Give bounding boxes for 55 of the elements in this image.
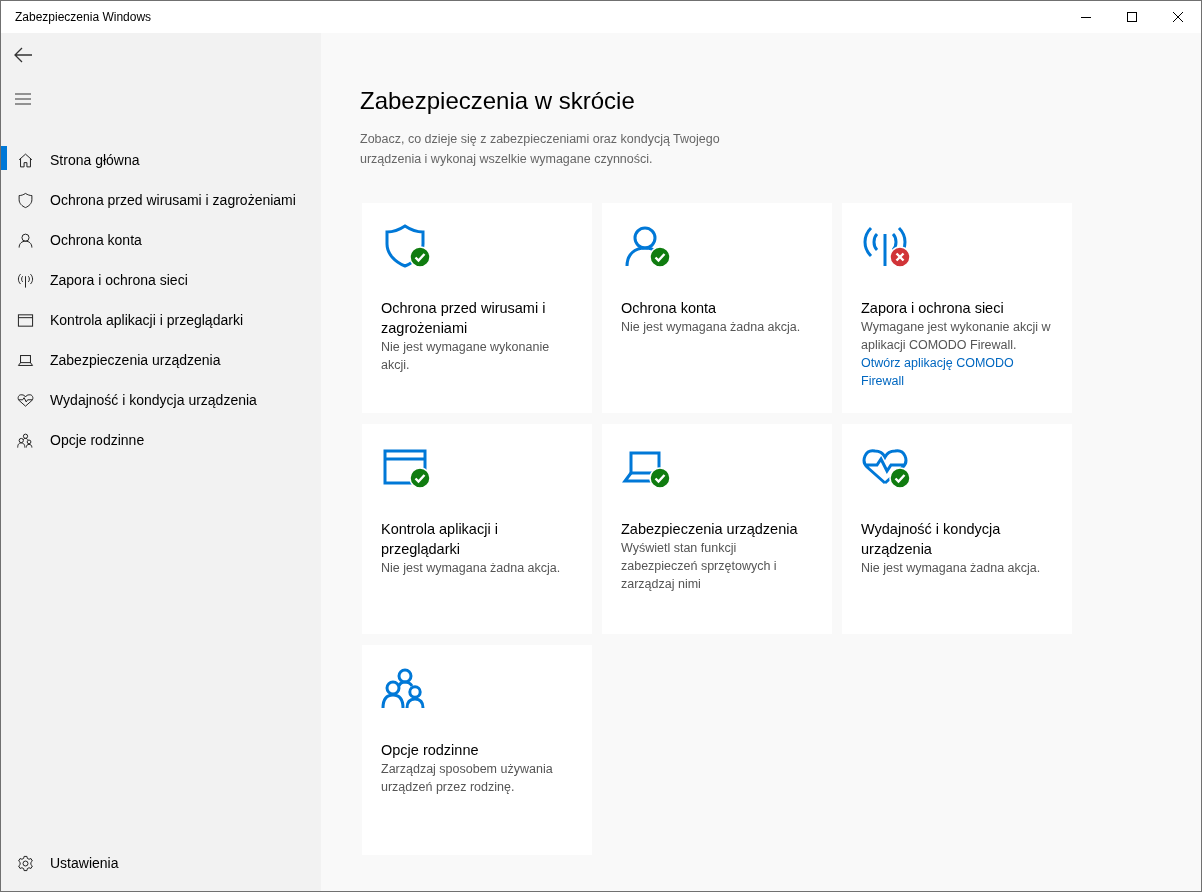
page-title: Zabezpieczenia w skrócie	[360, 86, 636, 116]
settings-item[interactable]: Ustawienia	[1, 843, 321, 883]
nav-item[interactable]: Opcje rodzinne	[1, 420, 321, 460]
card-description: Nie jest wymagana żadna akcja.	[621, 319, 802, 336]
close-icon	[1173, 12, 1183, 22]
window-icon	[17, 311, 34, 329]
page-description: Zobacz, co dzieje się z zabezpieczeniami oraz kondycją Twojego urządzenia i wykonaj wszelkie wymagane czynności.	[360, 131, 721, 168]
card-description: Nie jest wymagana żadna akcja.	[381, 560, 562, 577]
card-title: Kontrola aplikacji i przeglądarki	[381, 520, 499, 559]
home-icon	[17, 151, 34, 169]
nav-label: Opcje rodzinne	[50, 430, 145, 450]
settings-icon	[17, 854, 34, 872]
card-description: Wyświetl stan funkcji zabezpieczeń sprzętowych i zarządzaj nimi	[621, 540, 778, 593]
card-title: Wydajność i kondycja urządzenia	[861, 520, 1002, 559]
status-card[interactable]: Zapora i ochrona sieci Wymagane jest wykonanie akcji w aplikacji COMODO Firewall. Otwórz aplikację COMODO Firewall	[842, 203, 1072, 413]
card-description: Wymagane jest wykonanie akcji w aplikacji COMODO Firewall.	[861, 319, 1052, 354]
maximize-icon	[1127, 12, 1137, 22]
antenna-icon	[17, 271, 34, 289]
family-icon	[17, 431, 34, 449]
heart-pulse-icon	[17, 391, 34, 409]
nav-item[interactable]: Zabezpieczenia urządzenia	[1, 340, 321, 380]
card-title: Ochrona konta	[621, 299, 718, 318]
nav-label: Ochrona konta	[50, 230, 142, 250]
nav-label: Wydajność i kondycja urządzenia	[50, 390, 257, 410]
nav-item[interactable]: Ochrona przed wirusami i zagrożeniami	[1, 180, 321, 220]
nav-label: Zapora i ochrona sieci	[50, 270, 188, 290]
status-card[interactable]: Wydajność i kondycja urządzenia Nie jest wymagana żadna akcja.	[842, 424, 1072, 634]
back-arrow-icon	[14, 47, 32, 63]
window-title: Zabezpieczenia Windows	[14, 9, 153, 26]
nav-item[interactable]: Ochrona konta	[1, 220, 321, 260]
menu-icon	[15, 93, 31, 105]
card-title: Opcje rodzinne	[381, 741, 480, 760]
nav-item[interactable]: Wydajność i kondycja urządzenia	[1, 380, 321, 420]
nav-label: Zabezpieczenia urządzenia	[50, 350, 221, 370]
status-card[interactable]: Zabezpieczenia urządzenia Wyświetl stan funkcji zabezpieczeń sprzętowych i zarządzaj nimi	[602, 424, 832, 634]
card-description: Nie jest wymagana żadna akcja.	[861, 560, 1042, 577]
nav-label: Ochrona przed wirusami i zagrożeniami	[50, 190, 296, 210]
minimize-icon	[1081, 16, 1091, 18]
status-card[interactable]: Kontrola aplikacji i przeglądarki Nie jest wymagana żadna akcja.	[362, 424, 592, 634]
card-title: Ochrona przed wirusami i zagrożeniami	[381, 299, 547, 338]
nav-label: Strona główna	[50, 150, 140, 170]
status-card[interactable]: Ochrona konta Nie jest wymagana żadna akcja.	[602, 203, 832, 413]
card-description: Nie jest wymagane wykonanie akcji.	[381, 339, 551, 374]
status-card[interactable]: Opcje rodzinne Zarządzaj sposobem używania urządzeń przez rodzinę.	[362, 645, 592, 855]
card-title: Zabezpieczenia urządzenia	[621, 520, 799, 539]
card-title: Zapora i ochrona sieci	[861, 299, 1005, 318]
shield-icon	[17, 191, 34, 209]
selection-indicator	[1, 146, 7, 170]
status-card[interactable]: Ochrona przed wirusami i zagrożeniami Nie jest wymagane wykonanie akcji.	[362, 203, 592, 413]
open-app-link[interactable]: Otwórz aplikację COMODO Firewall	[861, 354, 1053, 390]
card-description: Zarządzaj sposobem używania urządzeń przez rodzinę.	[381, 761, 554, 796]
nav-item[interactable]: Zapora i ochrona sieci	[1, 260, 321, 300]
nav-label: Kontrola aplikacji i przeglądarki	[50, 310, 243, 330]
nav-item[interactable]: Kontrola aplikacji i przeglądarki	[1, 300, 321, 340]
person-icon	[17, 231, 34, 249]
